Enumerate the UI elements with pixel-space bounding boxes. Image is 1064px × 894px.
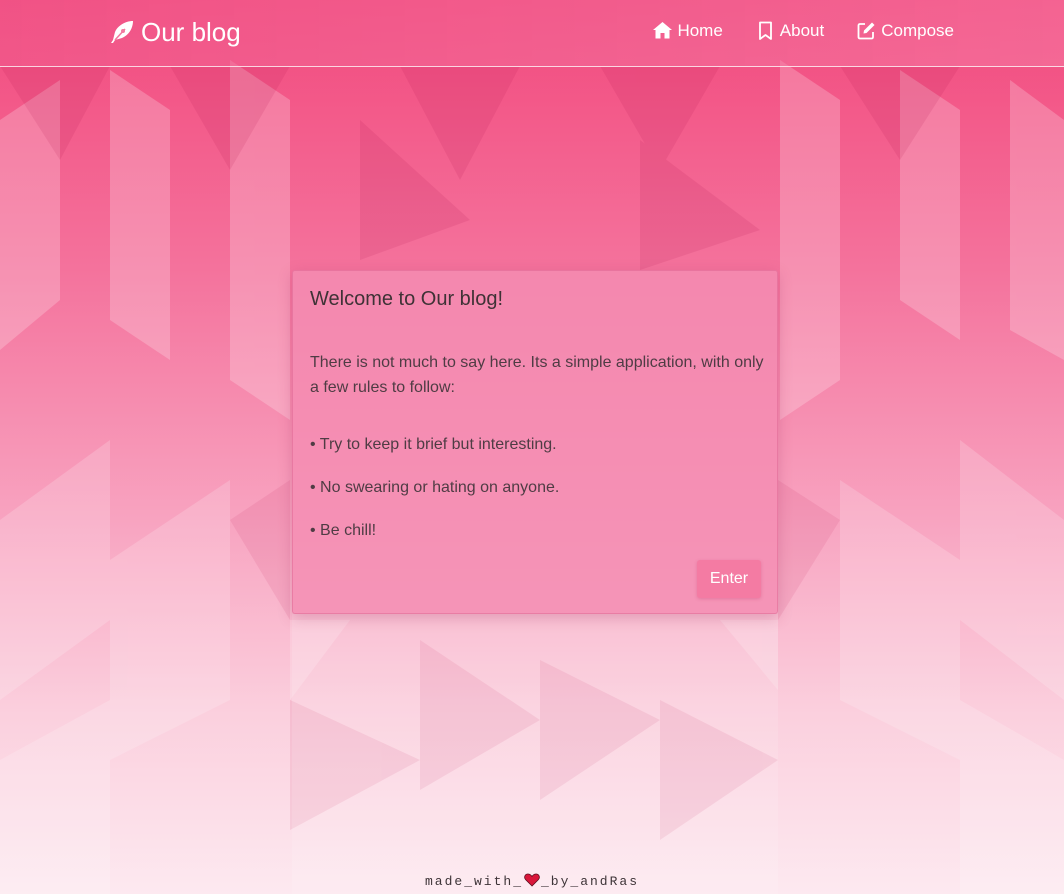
enter-button[interactable]: Enter: [697, 560, 761, 598]
nav-link-home[interactable]: Home: [652, 20, 723, 41]
brand-link[interactable]: Our blog: [108, 15, 241, 49]
compose-icon: [856, 20, 877, 41]
heart-icon: [524, 873, 540, 887]
card-intro-text: There is not much to say here. Its a sim…: [310, 354, 764, 396]
welcome-card: Welcome to Our blog! There is not much t…: [292, 270, 778, 614]
card-title: Welcome to Our blog!: [310, 288, 504, 310]
nav-link-home-label: Home: [677, 20, 723, 40]
navbar: Our blog Home About Compose: [0, 0, 1064, 67]
footer-text-before: made_with_: [424, 874, 523, 889]
bookmark-icon: [755, 20, 776, 41]
rule-item: • Be chill!: [310, 522, 377, 539]
nav-link-about[interactable]: About: [755, 20, 824, 41]
home-icon: [652, 20, 673, 41]
feather-pen-icon: [108, 18, 136, 46]
nav-links: Home About Compose: [652, 20, 954, 41]
footer-credit: made_with_ _by_andRas: [0, 873, 1064, 889]
rule-item: • No swearing or hating on anyone.: [310, 479, 560, 496]
footer-text-after: _by_andRas: [541, 874, 640, 889]
nav-link-about-label: About: [779, 20, 825, 40]
rule-item: • Try to keep it brief but interesting.: [310, 436, 557, 453]
nav-link-compose[interactable]: Compose: [856, 20, 954, 41]
brand-label: Our blog: [141, 16, 241, 47]
nav-link-compose-label: Compose: [881, 20, 954, 40]
rules-list: • Try to keep it brief but interesting. …: [310, 435, 559, 564]
